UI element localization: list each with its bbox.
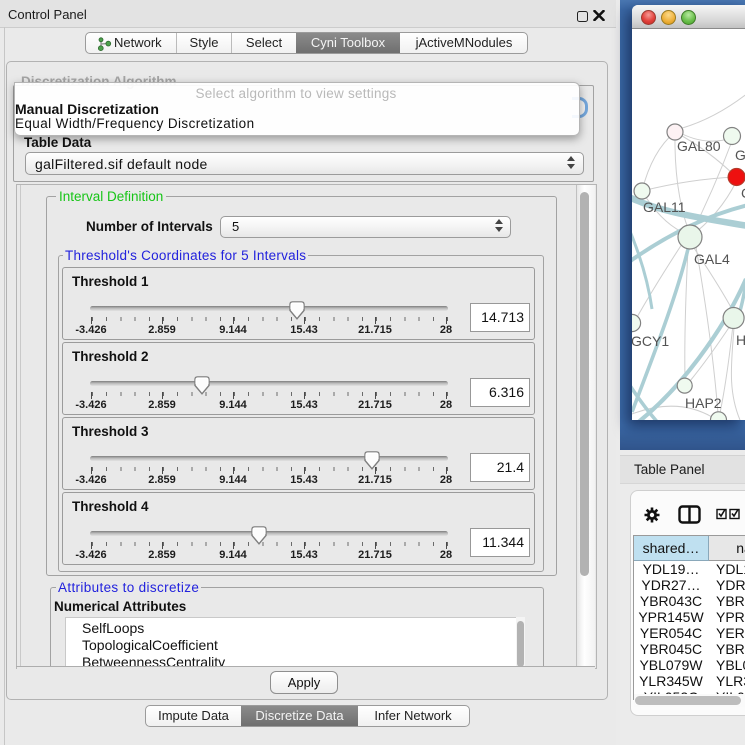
svg-text:GA: GA bbox=[735, 147, 745, 163]
svg-text:HAP2: HAP2 bbox=[685, 395, 722, 411]
svg-text:GAL11: GAL11 bbox=[643, 199, 686, 215]
svg-text:GCY1: GCY1 bbox=[632, 333, 669, 349]
svg-text:GAL4: GAL4 bbox=[694, 251, 730, 267]
svg-text:H: H bbox=[736, 332, 745, 348]
svg-text:C: C bbox=[741, 185, 745, 201]
svg-text:GAL80: GAL80 bbox=[677, 138, 721, 154]
